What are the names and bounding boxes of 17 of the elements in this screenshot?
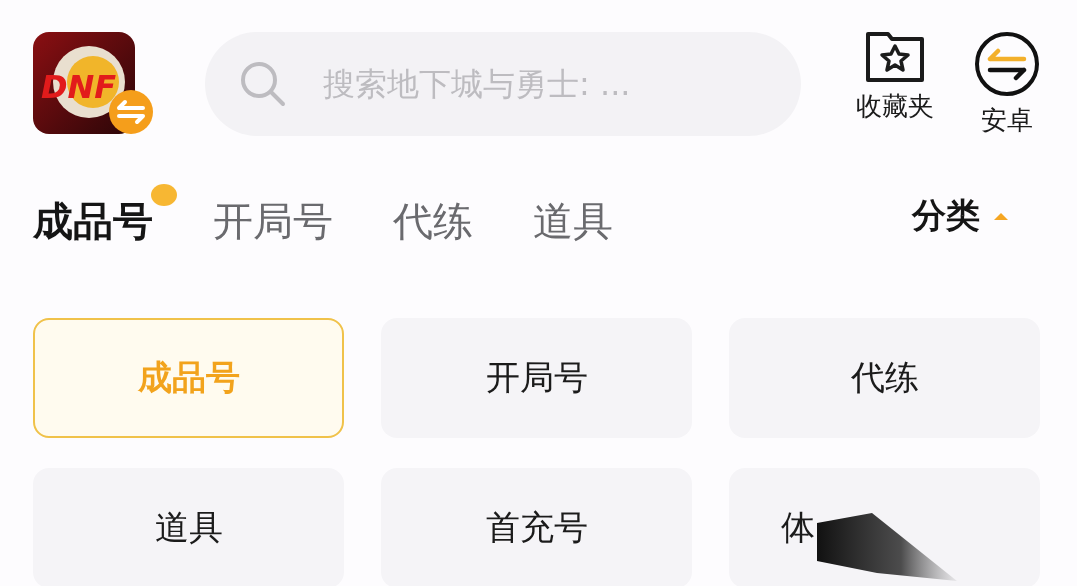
platform-button[interactable]: 安卓 — [974, 30, 1040, 138]
category-option[interactable]: 体 — [729, 468, 1040, 586]
category-option[interactable]: 开局号 — [381, 318, 692, 438]
swap-arrows-icon — [974, 30, 1040, 97]
star-folder-icon — [865, 30, 925, 83]
category-tab[interactable]: 代练 — [393, 183, 473, 249]
category-option[interactable]: 代练 — [729, 318, 1040, 438]
category-tab[interactable]: 开局号 — [213, 183, 333, 249]
caret-icon — [992, 211, 1010, 221]
category-tab[interactable]: 成品号 — [33, 183, 177, 249]
active-dot-icon — [151, 183, 177, 206]
category-toggle[interactable]: 分类 — [912, 193, 1010, 239]
category-option[interactable]: 道具 — [33, 468, 344, 586]
favorites-button[interactable]: 收藏夹 — [856, 30, 934, 138]
category-tab[interactable]: 道具 — [533, 183, 613, 249]
search-icon — [239, 60, 287, 108]
category-option[interactable]: 首充号 — [381, 468, 692, 586]
